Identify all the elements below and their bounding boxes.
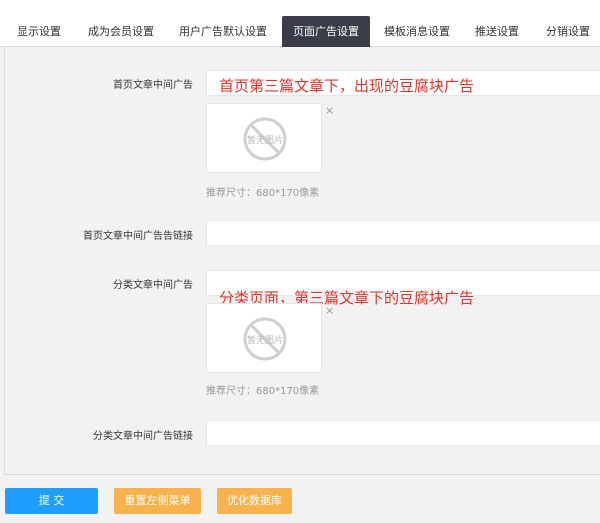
tab-page-ad-settings[interactable]: 页面广告设置 — [282, 16, 370, 47]
home-ad-size-hint: 推荐尺寸：680*170像素 — [206, 188, 320, 199]
home-ad-remove-icon[interactable]: × — [325, 104, 334, 117]
category-ad-link-input[interactable] — [206, 420, 600, 446]
no-image-text: 暂无图片 — [247, 334, 283, 346]
no-image-icon: 暂无图片 — [243, 117, 287, 161]
optimize-database-button[interactable]: 优化数据库 — [217, 488, 292, 514]
category-ad-link-label: 分类文章中间广告链接 — [93, 431, 193, 442]
category-ad-label: 分类文章中间广告 — [113, 280, 193, 291]
home-ad-image-placeholder[interactable]: 暂无图片 — [206, 103, 322, 173]
home-ad-link-label: 首页文章中间广告告链接 — [83, 231, 193, 242]
tab-user-ad-default-settings[interactable]: 用户广告默认设置 — [170, 16, 276, 47]
tab-distribution-settings[interactable]: 分销设置 — [536, 16, 600, 47]
home-ad-label: 首页文章中间广告 — [113, 80, 193, 91]
category-ad-size-hint: 推荐尺寸：680*170像素 — [206, 386, 320, 397]
tab-membership-settings[interactable]: 成为会员设置 — [78, 16, 164, 47]
tab-template-message-settings[interactable]: 模板消息设置 — [376, 16, 458, 47]
no-image-icon: 暂无图片 — [243, 317, 287, 361]
home-ad-annotation: 首页第三篇文章下，出现的豆腐块广告 — [219, 77, 475, 95]
category-ad-remove-icon[interactable]: × — [325, 304, 334, 317]
no-image-text: 暂无图片 — [247, 134, 283, 146]
tab-push-settings[interactable]: 推送设置 — [466, 16, 528, 47]
reset-left-menu-button[interactable]: 重置左侧菜单 — [114, 488, 201, 514]
tab-display-settings[interactable]: 显示设置 — [6, 16, 72, 47]
submit-button[interactable]: 提 交 — [5, 488, 98, 514]
category-ad-image-placeholder[interactable]: 暂无图片 — [206, 303, 322, 373]
home-ad-link-input[interactable] — [206, 220, 600, 246]
settings-tab-bar: 显示设置 成为会员设置 用户广告默认设置 页面广告设置 模板消息设置 推送设置 … — [0, 0, 600, 47]
page-ad-settings-form: 首页文章中间广告 首页第三篇文章下，出现的豆腐块广告 暂无图片 × 推荐尺寸：6… — [4, 47, 600, 475]
